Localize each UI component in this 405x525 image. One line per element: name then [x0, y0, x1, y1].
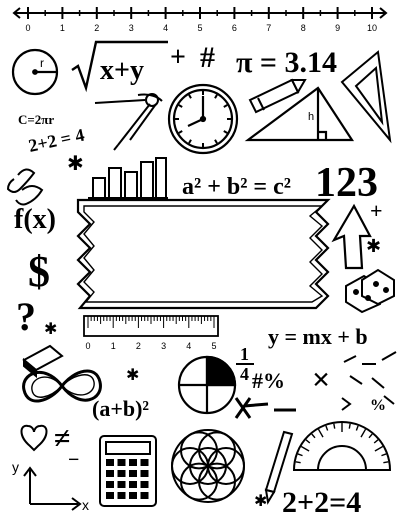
asterisk-4: ✱: [126, 367, 139, 384]
clock-tick: [223, 104, 228, 108]
clock-tick: [214, 94, 218, 99]
calculator-key: [129, 459, 137, 466]
clock-tick: [223, 130, 228, 134]
calculator-key: [140, 470, 149, 477]
number-line-label: 8: [301, 23, 306, 33]
axis-y-label: y: [12, 459, 19, 475]
small-plus: +: [370, 198, 383, 223]
math-doodle-page: 0 1 2 3 4 5 6 7 8 9 10 r C=2πr x+y + # π = 3.14: [0, 0, 405, 525]
number-line-label: 1: [60, 23, 65, 33]
protractor-tick: [348, 423, 351, 429]
hash-sign: #: [200, 41, 215, 74]
pi-value: π = 3.14: [236, 46, 337, 79]
number-line-label: 10: [367, 23, 377, 33]
protractor-tick: [383, 461, 389, 464]
triangle-height-label: h: [308, 111, 314, 123]
function-fx: f(x): [14, 204, 56, 235]
set-square-icon: [340, 50, 392, 144]
question-mark: ?: [16, 294, 36, 339]
clock-tick: [178, 104, 183, 108]
arrow-up-icon: [331, 203, 372, 270]
pencil-icon: [248, 78, 307, 114]
calculator-key: [106, 492, 114, 499]
dollar-sign: $: [28, 247, 50, 296]
clock-tick: [188, 94, 192, 99]
number-line-label: 5: [197, 23, 202, 33]
ruler-label: 5: [211, 341, 216, 351]
calculator-key: [129, 492, 137, 499]
asterisk-5: ✱: [254, 493, 267, 510]
clock-tick: [178, 130, 183, 134]
number-line-label: 3: [129, 23, 134, 33]
times-sign: ×: [312, 361, 330, 397]
circumference-formula: C=2πr: [18, 112, 54, 127]
ruler-label: 1: [111, 341, 116, 351]
ruler-label: 0: [85, 341, 90, 351]
number-line-label: 7: [266, 23, 271, 33]
plus-sign: +: [170, 42, 186, 73]
asterisk-1: ✱: [67, 153, 84, 175]
heart-icon: [20, 424, 48, 452]
axis-x-label: x: [82, 497, 89, 513]
fraction-numerator: 1: [240, 344, 249, 364]
circle-r-label: r: [40, 56, 44, 70]
ruler-label: 2: [136, 341, 141, 351]
sqrt-expression: x+y: [100, 55, 144, 86]
slope-formula: y = mx + b: [268, 324, 368, 349]
number-line-ticks: [27, 7, 373, 19]
ruler-label: 3: [161, 341, 166, 351]
percent-hash: #%: [252, 368, 285, 393]
calculator-key: [106, 459, 114, 466]
central-frame: [76, 198, 331, 310]
math-doodle-art: 0 1 2 3 4 5 6 7 8 9 10 r C=2πr x+y + # π = 3.14: [6, 7, 397, 519]
percent-small: %: [370, 397, 386, 414]
flower-of-life-icon: [171, 429, 245, 503]
minus-plus-marks: [234, 397, 296, 419]
calculator-key: [140, 481, 149, 488]
calculator-key: [117, 492, 126, 499]
number-line-label: 4: [163, 23, 168, 33]
compass-icon: [94, 93, 163, 151]
number-line-labels: 0 1 2 3 4 5 6 7 8 9 10: [25, 23, 377, 33]
calculator-key: [129, 481, 137, 488]
number-line-label: 2: [94, 23, 99, 33]
minus-sign: −: [68, 449, 79, 471]
pie-chart-icon: [177, 355, 237, 415]
paperclip-icon: [6, 168, 44, 206]
add-two-formula: 2+2 = 4: [27, 125, 86, 156]
calculator-key: [106, 470, 114, 477]
asterisk-3: ✱: [44, 321, 57, 338]
fraction-denominator: 4: [240, 364, 249, 384]
pythagoras-formula: a² + b² = c²: [182, 174, 291, 200]
number-line-label: 9: [335, 23, 340, 33]
dice-icon: [345, 268, 395, 314]
protractor-tick: [333, 423, 336, 429]
calculator-key: [140, 492, 149, 499]
calculator-key: [117, 481, 126, 488]
circle-radius-icon: [11, 48, 59, 96]
final-sum: 2+2=4: [282, 486, 361, 519]
number-line-label: 0: [25, 23, 30, 33]
clock-icon: [167, 83, 239, 155]
number-line-label: 6: [232, 23, 237, 33]
calculator-key: [129, 470, 137, 477]
clock-tick: [188, 139, 192, 144]
protractor-tick: [295, 461, 301, 464]
asterisk-2: ✱: [366, 236, 381, 256]
calculator-key: [106, 481, 114, 488]
xy-axes-icon: [23, 466, 82, 511]
ruler-label: 4: [186, 341, 191, 351]
ruler-labels: 0 1 2 3 4 5: [85, 341, 216, 351]
square-expression: (a+b)²: [92, 396, 149, 421]
calculator-key: [117, 459, 126, 466]
clock-tick: [214, 139, 218, 144]
calculator-key: [140, 459, 149, 466]
calculator-key: [117, 470, 126, 477]
bar-chart-icon: [88, 157, 168, 199]
scribble-signs: [341, 351, 397, 411]
